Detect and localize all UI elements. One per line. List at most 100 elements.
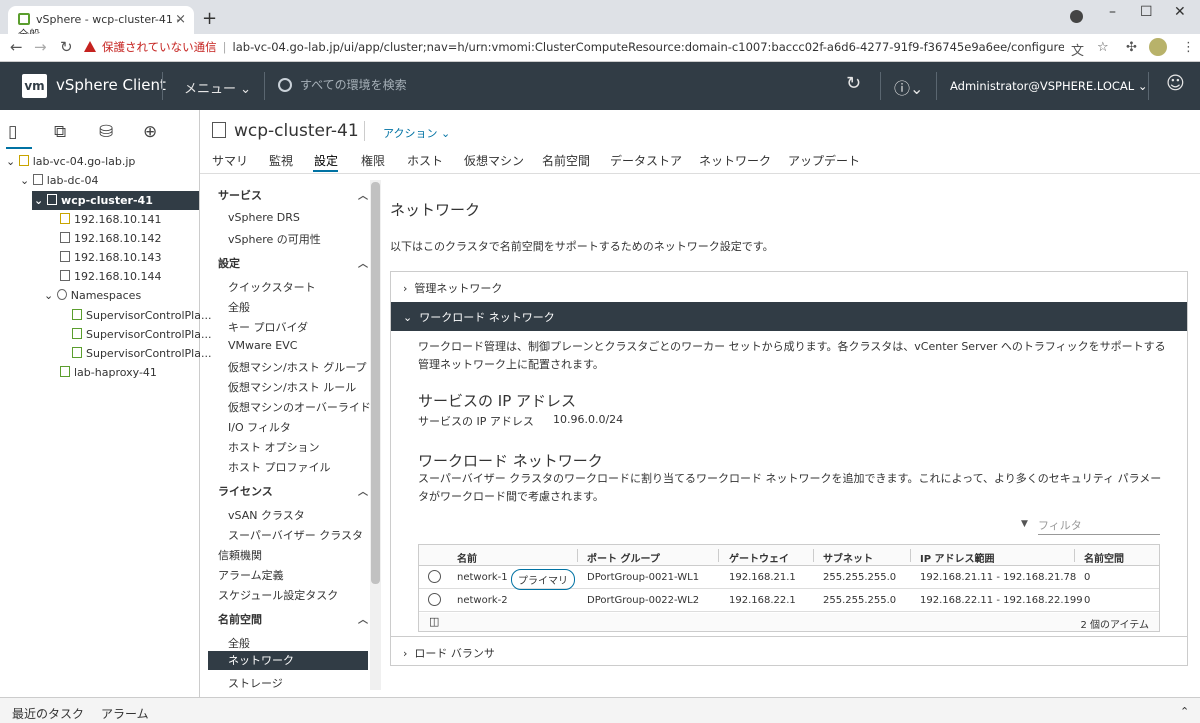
nav-item-scheduled-tasks[interactable]: スケジュール設定タスク — [218, 587, 378, 603]
tab-monitor[interactable]: 監視 — [269, 152, 293, 169]
extensions-icon[interactable]: ✣ — [1126, 40, 1137, 55]
recent-tasks-tab[interactable]: 最近のタスク — [12, 705, 84, 722]
row-radio[interactable] — [428, 593, 441, 606]
nav-item-supervisor-cluster[interactable]: スーパーバイザー クラスタ — [228, 527, 388, 543]
alarms-tab[interactable]: アラーム — [101, 705, 149, 722]
tab-networks[interactable]: ネットワーク — [699, 152, 771, 169]
tree-item-host[interactable]: 192.168.10.142 — [60, 232, 161, 245]
nav-item-vm-host-rules[interactable]: 仮想マシン/ホスト ルール — [228, 379, 388, 395]
cell-subnet: 255.255.255.0 — [823, 572, 897, 583]
nav-item-ns-network[interactable]: ネットワーク — [208, 651, 368, 670]
tab-summary[interactable]: サマリ — [212, 152, 248, 169]
nav-section-services[interactable]: サービス ︿ — [218, 187, 378, 203]
tree-item-host[interactable]: 192.168.10.144 — [60, 270, 161, 283]
cell-subnet: 255.255.255.0 — [823, 595, 897, 606]
tree-item-host[interactable]: 192.168.10.141 — [60, 213, 161, 226]
user-menu[interactable]: Administrator@VSPHERE.LOCAL ⌄ — [950, 79, 1147, 93]
nav-section-license[interactable]: ライセンス ︿ — [218, 483, 378, 499]
bottom-bar: 最近のタスク アラーム ⌃ — [0, 697, 1200, 723]
nav-item-general[interactable]: 全般 — [228, 299, 388, 315]
minimize-button[interactable]: – — [1109, 4, 1116, 20]
accordion-mgmt-network[interactable]: › 管理ネットワーク — [391, 272, 1187, 302]
storage-icon[interactable]: ⛁ — [99, 122, 113, 142]
vms-templates-icon[interactable]: ⧉ — [54, 122, 66, 142]
menu-dropdown[interactable]: メニュー ⌄ — [184, 78, 251, 97]
table-row[interactable]: network-1 プライマリ DPortGroup-0021-WL1 192.… — [419, 566, 1159, 590]
col-portgroup[interactable]: ポート グループ — [587, 550, 660, 565]
col-name[interactable]: 名前 — [457, 550, 477, 565]
actions-dropdown[interactable]: アクション ⌄ — [383, 125, 450, 141]
forward-icon[interactable]: → — [34, 38, 47, 56]
settings-nav: サービス ︿ vSphere DRS vSphere の可用性 設定 ︿ クイックス… — [208, 180, 371, 690]
security-warning[interactable]: 保護されていない通信 — [102, 40, 217, 54]
maximize-button[interactable]: ☐ — [1140, 4, 1153, 20]
tab-close-icon[interactable]: × — [175, 12, 186, 27]
accordion-workload-network[interactable]: ⌄ ワークロード ネットワーク — [391, 302, 1187, 331]
translate-icon[interactable]: 文 — [1071, 40, 1084, 59]
browser-tab[interactable]: vSphere - wcp-cluster-41 - 全般 × — [8, 6, 194, 41]
new-tab-button[interactable]: + — [202, 8, 217, 29]
nav-item-host-options[interactable]: ホスト オプション — [228, 439, 388, 455]
close-window-button[interactable]: ✕ — [1174, 4, 1186, 20]
filter-input[interactable]: フィルタ — [1038, 517, 1160, 535]
nav-scrollbar-thumb[interactable] — [371, 182, 380, 584]
refresh-icon[interactable]: ↻ — [846, 73, 861, 94]
nav-item-vm-host-groups[interactable]: 仮想マシン/ホスト グループ — [228, 359, 388, 375]
nav-item-evc[interactable]: VMware EVC — [228, 339, 388, 352]
nav-item-alarm-definitions[interactable]: アラーム定義 — [218, 567, 378, 583]
nav-section-config[interactable]: 設定 ︿ — [218, 255, 378, 271]
workload-description: ワークロード管理は、制御プレーンとクラスタごとのワーカー セットから成ります。各… — [418, 340, 1166, 371]
nav-item-key-provider[interactable]: キー プロバイダ — [228, 319, 388, 335]
back-icon[interactable]: ← — [10, 38, 23, 56]
tab-updates[interactable]: アップデート — [788, 152, 860, 169]
tree-item-host[interactable]: 192.168.10.143 — [60, 251, 161, 264]
nav-item-host-profile[interactable]: ホスト プロファイル — [228, 459, 388, 475]
tree-item-datacenter[interactable]: ⌄ lab-dc-04 — [20, 174, 98, 187]
tree-item-vm[interactable]: SupervisorControlPla... — [72, 309, 211, 322]
nav-item-vsan-cluster[interactable]: vSAN クラスタ — [228, 507, 388, 523]
table-row[interactable]: network-2 DPortGroup-0022-WL2 192.168.22… — [419, 589, 1159, 612]
nav-item-vm-overrides[interactable]: 仮想マシンのオーバーライド — [228, 399, 388, 415]
accordion-load-balancer[interactable]: › ロード バランサ — [391, 636, 1187, 665]
nav-item-ha[interactable]: vSphere の可用性 — [228, 231, 388, 247]
hosts-clusters-icon[interactable]: ▯ — [8, 122, 17, 142]
column-toggle-icon[interactable]: ◫ — [429, 615, 439, 628]
col-subnet[interactable]: サブネット — [823, 550, 873, 565]
tab-vms[interactable]: 仮想マシン — [464, 152, 524, 169]
col-gateway[interactable]: ゲートウェイ — [729, 550, 789, 565]
tree-item-vcenter[interactable]: ⌄ lab-vc-04.go-lab.jp — [6, 155, 135, 168]
tab-configure[interactable]: 設定 — [314, 152, 338, 169]
tree-item-cluster[interactable]: ⌄ wcp-cluster-41 — [32, 191, 199, 210]
row-radio[interactable] — [428, 570, 441, 583]
tree-item-namespaces[interactable]: ⌄ Namespaces — [44, 289, 141, 302]
url-field[interactable]: 保護されていない通信 | lab-vc-04.go-lab.jp/ui/app/cl… — [84, 37, 1064, 58]
tab-permissions[interactable]: 権限 — [361, 152, 385, 169]
tree-item-haproxy[interactable]: lab-haproxy-41 — [60, 366, 157, 379]
profile-dropdown-icon[interactable] — [1070, 10, 1083, 23]
tab-datastores[interactable]: データストア — [610, 152, 682, 169]
more-menu-icon[interactable]: ⋮ — [1182, 40, 1195, 55]
tab-hosts[interactable]: ホスト — [407, 152, 443, 169]
nav-item-ns-storage[interactable]: ストレージ — [228, 675, 388, 691]
tab-namespaces[interactable]: 名前空間 — [542, 152, 590, 169]
vm-icon — [72, 328, 82, 339]
nav-section-namespaces[interactable]: 名前空間 ︿ — [218, 611, 378, 627]
help-icon[interactable]: ⓘ⌄ — [894, 75, 923, 99]
nav-item-quickstart[interactable]: クイックスタート — [228, 279, 388, 295]
nav-item-drs[interactable]: vSphere DRS — [228, 211, 388, 224]
feedback-smiley-icon[interactable]: ☺ — [1166, 73, 1185, 94]
nav-item-trust-authority[interactable]: 信頼機関 — [218, 547, 378, 563]
nav-item-io-filters[interactable]: I/O フィルタ — [228, 419, 388, 435]
nav-item-ns-general[interactable]: 全般 — [228, 635, 388, 651]
bookmark-star-icon[interactable]: ☆ — [1097, 40, 1109, 55]
profile-avatar[interactable] — [1149, 38, 1167, 56]
global-search[interactable]: すべての環境を検索 — [278, 76, 407, 93]
networking-icon[interactable]: ⊕ — [143, 122, 157, 142]
reload-icon[interactable]: ↻ — [60, 38, 73, 56]
tree-item-vm[interactable]: SupervisorControlPla... — [72, 347, 211, 360]
col-ip-range[interactable]: IP アドレス範囲 — [920, 550, 995, 565]
tree-item-vm[interactable]: SupervisorControlPla... — [72, 328, 211, 341]
vcenter-icon — [18, 155, 29, 166]
expand-icon[interactable]: ⌃ — [1180, 705, 1189, 718]
col-namespaces[interactable]: 名前空間 — [1084, 550, 1124, 565]
